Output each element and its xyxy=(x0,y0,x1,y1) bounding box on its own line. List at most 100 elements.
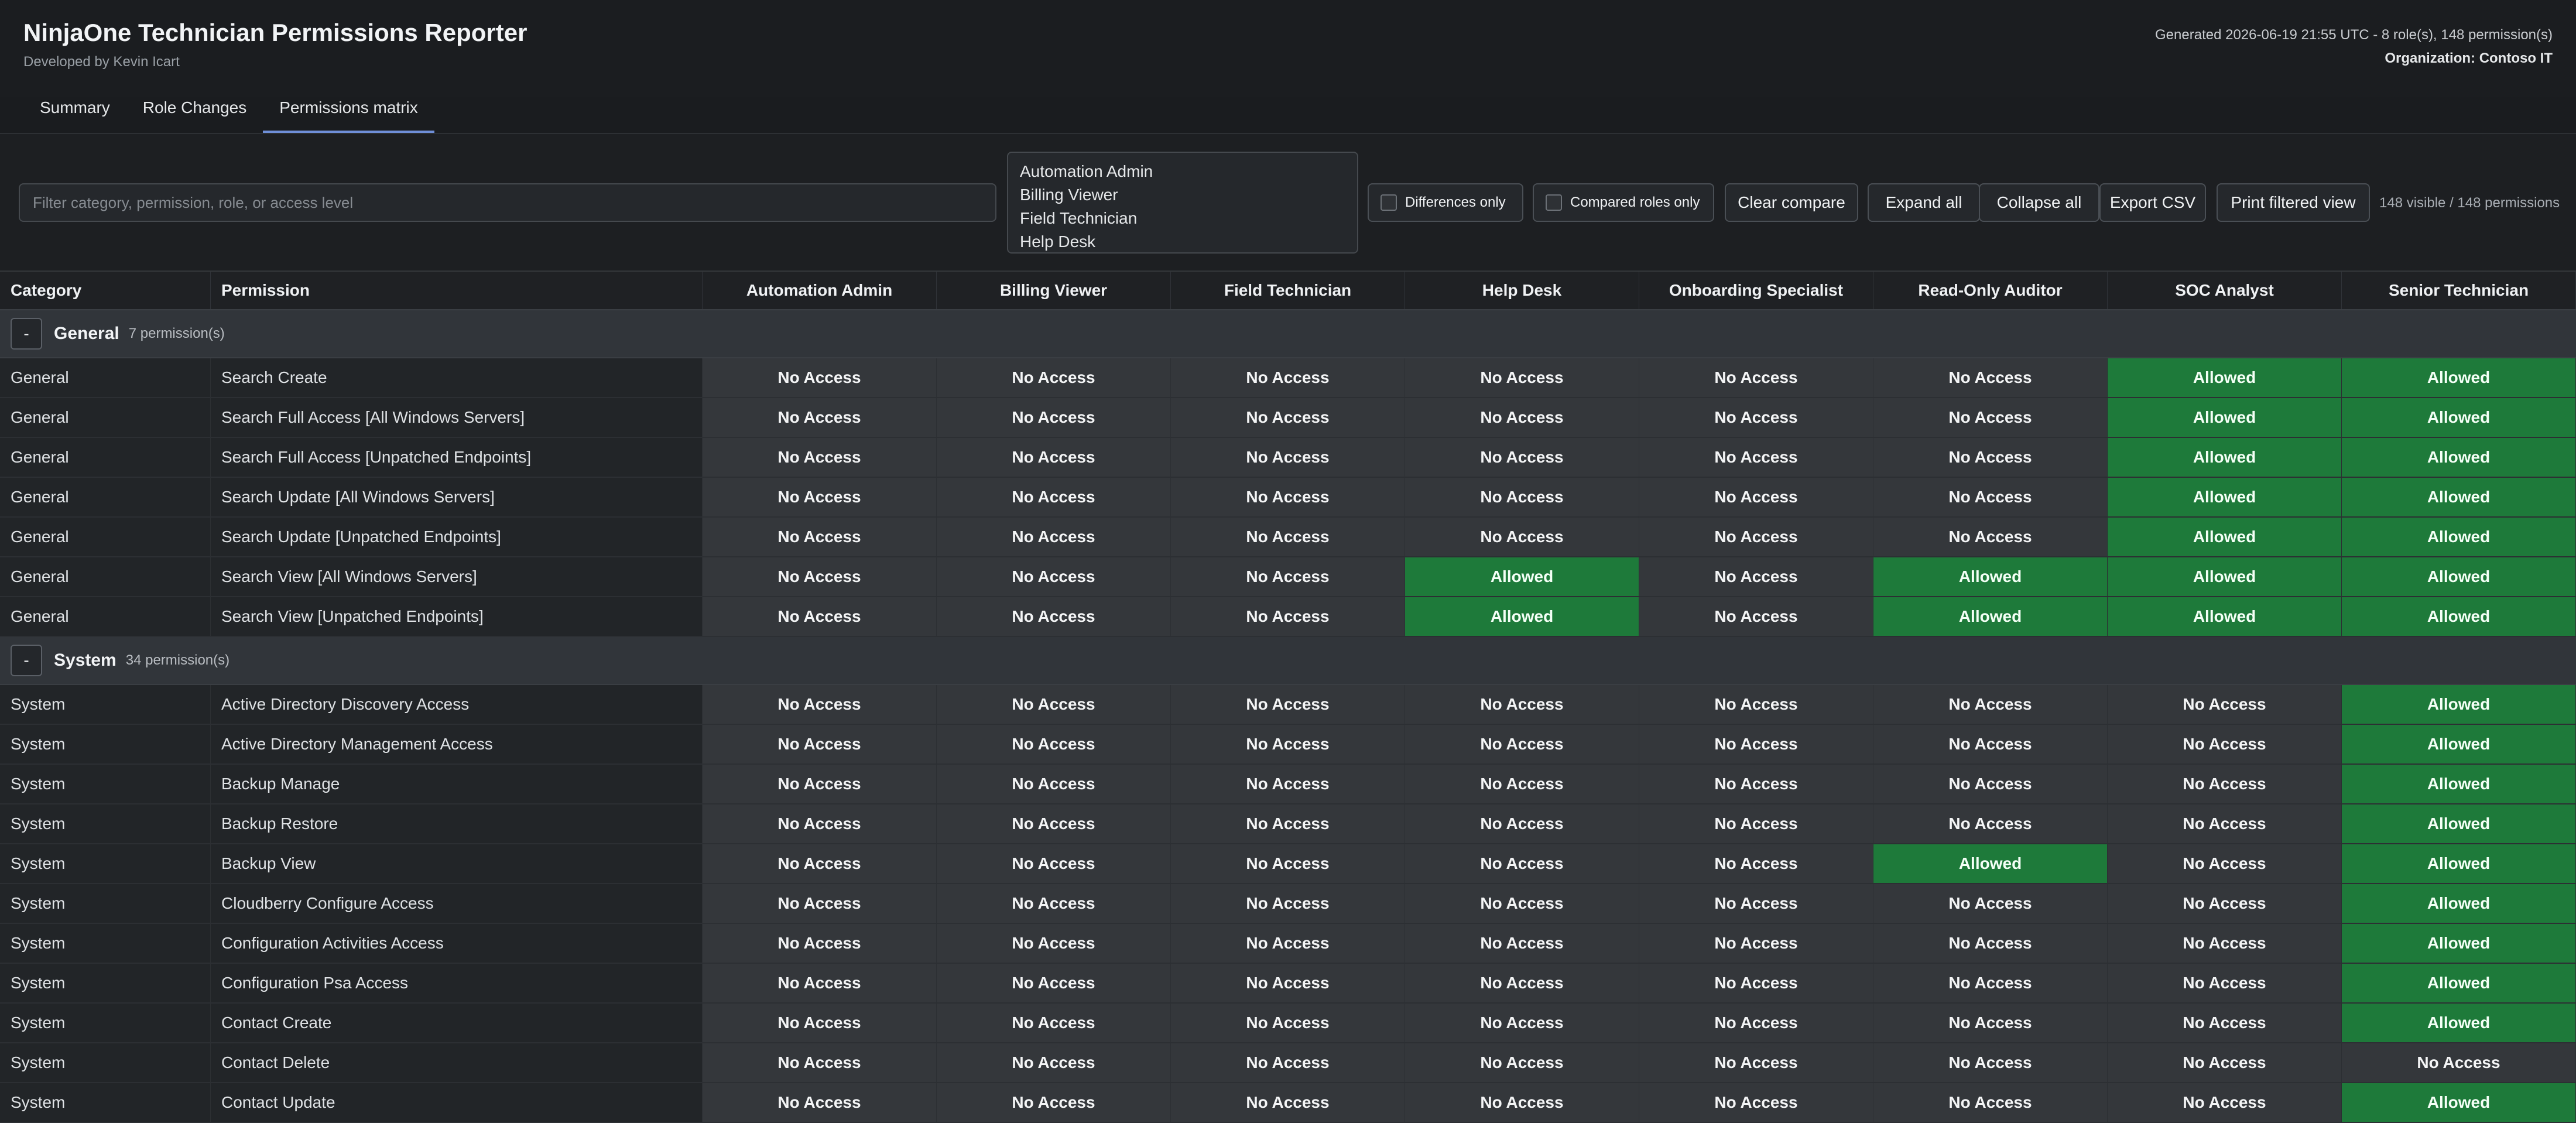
permission-cell: Cloudberry Configure Access xyxy=(211,884,703,923)
differences-only-checkbox[interactable] xyxy=(1381,194,1397,211)
access-none-cell: No Access xyxy=(1171,765,1405,803)
table-row: System Contact Create No Access No Access No… xyxy=(0,1004,2576,1043)
generated-info: Generated 2026-06-19 21:55 UTC - 8 role(… xyxy=(2155,27,2553,43)
access-none-cell: No Access xyxy=(1171,478,1405,516)
access-none-cell: No Access xyxy=(1639,804,1873,843)
column-header-role[interactable]: Billing Viewer xyxy=(937,272,1171,309)
table-row: System Contact Delete No Access No Access No… xyxy=(0,1043,2576,1083)
access-allowed-cell: Allowed xyxy=(2342,765,2576,803)
table-header-row: Category Permission Automation Admin Bill… xyxy=(0,271,2576,310)
access-none-cell: No Access xyxy=(703,1083,937,1122)
permission-cell: Backup View xyxy=(211,844,703,883)
access-none-cell: No Access xyxy=(1171,1043,1405,1082)
differences-only-label: Differences only xyxy=(1405,194,1506,210)
access-none-cell: No Access xyxy=(1171,438,1405,477)
access-none-cell: No Access xyxy=(1405,765,1639,803)
permission-cell: Search Full Access [Unpatched Endpoints] xyxy=(211,438,703,477)
column-header-role[interactable]: Help Desk xyxy=(1405,272,1639,309)
access-none-cell: No Access xyxy=(1873,765,2108,803)
access-none-cell: No Access xyxy=(1873,1083,2108,1122)
access-none-cell: No Access xyxy=(703,1004,937,1042)
table-row: General Search View [All Windows Servers]… xyxy=(0,557,2576,597)
filter-input[interactable] xyxy=(19,183,996,222)
access-none-cell: No Access xyxy=(1639,884,1873,923)
access-none-cell: No Access xyxy=(1873,725,2108,763)
collapse-all-button[interactable]: Collapse all xyxy=(1979,183,2099,222)
compared-roles-only-checkbox[interactable] xyxy=(1546,194,1562,211)
tab-summary[interactable]: Summary xyxy=(23,91,126,133)
access-allowed-cell: Allowed xyxy=(2108,358,2342,397)
group-collapse-button[interactable]: - xyxy=(11,318,42,350)
column-header-role[interactable]: SOC Analyst xyxy=(2108,272,2342,309)
column-header-category[interactable]: Category xyxy=(0,272,211,309)
role-option[interactable]: Help Desk xyxy=(1020,230,1345,252)
access-none-cell: No Access xyxy=(703,557,937,596)
access-allowed-cell: Allowed xyxy=(2108,597,2342,636)
access-none-cell: No Access xyxy=(703,964,937,1002)
table-row: System Backup Manage No Access No Access No … xyxy=(0,765,2576,804)
access-allowed-cell: Allowed xyxy=(2342,804,2576,843)
differences-only-toggle[interactable]: Differences only xyxy=(1368,183,1523,222)
access-none-cell: No Access xyxy=(703,597,937,636)
expand-all-button[interactable]: Expand all xyxy=(1868,183,1980,222)
access-none-cell: No Access xyxy=(2108,884,2342,923)
role-option[interactable]: Automation Admin xyxy=(1020,160,1345,183)
column-header-role[interactable]: Automation Admin xyxy=(703,272,937,309)
role-option[interactable]: Field Technician xyxy=(1020,207,1345,230)
category-cell: System xyxy=(0,964,211,1002)
access-none-cell: No Access xyxy=(937,1083,1171,1122)
column-header-role[interactable]: Read-Only Auditor xyxy=(1873,272,2108,309)
group-row-general: - General 7 permission(s) xyxy=(0,310,2576,358)
access-none-cell: No Access xyxy=(1171,518,1405,556)
table-row: General Search Full Access [Unpatched End… xyxy=(0,438,2576,478)
access-none-cell: No Access xyxy=(2108,804,2342,843)
permission-cell: Backup Manage xyxy=(211,765,703,803)
tab-role-changes[interactable]: Role Changes xyxy=(126,91,263,133)
category-cell: System xyxy=(0,924,211,963)
permission-cell: Backup Restore xyxy=(211,804,703,843)
access-none-cell: No Access xyxy=(1639,964,1873,1002)
access-none-cell: No Access xyxy=(1873,884,2108,923)
access-none-cell: No Access xyxy=(703,685,937,724)
access-none-cell: No Access xyxy=(2108,685,2342,724)
column-header-permission[interactable]: Permission xyxy=(211,272,703,309)
column-header-role[interactable]: Onboarding Specialist xyxy=(1639,272,1873,309)
matrix-toolbar: Automation Admin Billing Viewer Field Te… xyxy=(0,134,2576,271)
access-none-cell: No Access xyxy=(703,884,937,923)
compared-roles-only-toggle[interactable]: Compared roles only xyxy=(1533,183,1714,222)
compared-roles-only-label: Compared roles only xyxy=(1570,194,1700,210)
group-name: System xyxy=(54,650,117,670)
access-none-cell: No Access xyxy=(937,685,1171,724)
access-none-cell: No Access xyxy=(1639,398,1873,437)
role-option[interactable]: Billing Viewer xyxy=(1020,183,1345,207)
group-collapse-button[interactable]: - xyxy=(11,645,42,676)
access-none-cell: No Access xyxy=(1873,358,2108,397)
export-csv-button[interactable]: Export CSV xyxy=(2099,183,2206,222)
access-none-cell: No Access xyxy=(703,765,937,803)
column-header-role[interactable]: Senior Technician xyxy=(2342,272,2576,309)
category-cell: System xyxy=(0,1083,211,1122)
print-filtered-view-button[interactable]: Print filtered view xyxy=(2217,183,2370,222)
permission-cell: Contact Update xyxy=(211,1083,703,1122)
table-row: System Active Directory Discovery Access N… xyxy=(0,685,2576,725)
access-allowed-cell: Allowed xyxy=(1873,844,2108,883)
tab-permissions-matrix[interactable]: Permissions matrix xyxy=(263,91,434,133)
table-row: General Search Update [All Windows Server… xyxy=(0,478,2576,518)
access-none-cell: No Access xyxy=(1405,478,1639,516)
table-row: System Cloudberry Configure Access No Acce… xyxy=(0,884,2576,924)
compare-roles-select[interactable]: Automation Admin Billing Viewer Field Te… xyxy=(1007,152,1358,254)
clear-compare-button[interactable]: Clear compare xyxy=(1725,183,1858,222)
permission-cell: Search Update [Unpatched Endpoints] xyxy=(211,518,703,556)
access-none-cell: No Access xyxy=(1405,685,1639,724)
access-allowed-cell: Allowed xyxy=(2342,1004,2576,1042)
access-none-cell: No Access xyxy=(1171,1004,1405,1042)
access-none-cell: No Access xyxy=(2108,964,2342,1002)
access-none-cell: No Access xyxy=(1873,438,2108,477)
category-cell: General xyxy=(0,597,211,636)
access-none-cell: No Access xyxy=(1405,844,1639,883)
access-none-cell: No Access xyxy=(1405,438,1639,477)
table-row: System Active Directory Management Access… xyxy=(0,725,2576,765)
column-header-role[interactable]: Field Technician xyxy=(1171,272,1405,309)
access-none-cell: No Access xyxy=(1639,1083,1873,1122)
access-none-cell: No Access xyxy=(703,804,937,843)
